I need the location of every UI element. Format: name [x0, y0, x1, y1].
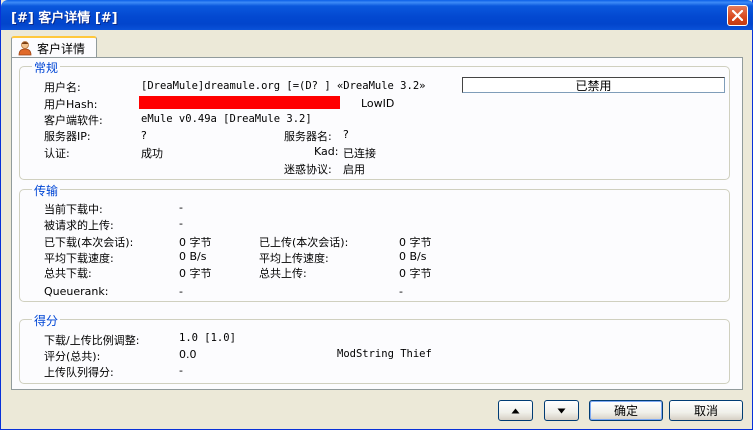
current-download-label: 当前下载中: [44, 203, 103, 216]
window-title: [#] 客户详情 [#] [11, 11, 118, 26]
obfuscation-value: 启用 [343, 163, 365, 176]
client-details-window: [#] 客户详情 [#] 客户详情 常规 用户名: [DreaMule]drea… [0, 0, 753, 430]
score-legend: 得分 [32, 312, 61, 329]
server-ip-value: ? [141, 129, 147, 142]
current-download-value: - [179, 201, 183, 214]
arrow-up-icon [511, 408, 520, 413]
username-value: [DreaMule]dreamule.org [=(D? ] «DreaMule… [141, 80, 426, 92]
server-ip-label: 服务器IP: [44, 130, 91, 143]
auth-value: 成功 [141, 147, 163, 160]
general-legend: 常规 [32, 59, 61, 76]
total-download-value: 0 字节 [179, 267, 212, 280]
tab-client-details[interactable]: 客户详情 [11, 36, 97, 58]
close-button[interactable] [727, 5, 748, 26]
server-name-label: 服务器名: [284, 130, 332, 143]
downloaded-session-value: 0 字节 [179, 236, 212, 249]
ratio-value: 1.0 [1.0] [179, 332, 236, 344]
redacted-userhash [139, 96, 340, 109]
avg-upload-label: 平均上传速度: [259, 252, 329, 265]
kad-label: Kad: [314, 145, 339, 158]
obfuscation-label: 迷惑协议: [284, 163, 332, 176]
avg-download-label: 平均下载速度: [44, 252, 114, 265]
arrow-down-icon [557, 408, 566, 413]
id-type-value: LowID [361, 97, 395, 110]
ok-button[interactable]: 确定 [589, 400, 663, 421]
transfer-legend: 传输 [32, 182, 61, 199]
downloaded-session-label: 已下载(本次会话): [44, 236, 134, 249]
kad-value: 已连接 [343, 147, 376, 160]
total-download-label: 总共下载: [44, 267, 92, 280]
queue-score-label: 上传队列得分: [44, 366, 114, 379]
uploaded-session-value: 0 字节 [399, 236, 432, 249]
ok-button-label: 确定 [613, 404, 638, 418]
close-icon [732, 10, 743, 21]
modstring-value: ModString Thief [337, 348, 432, 360]
rating-value: 0.0 [179, 348, 197, 361]
total-upload-label: 总共上传: [259, 267, 307, 280]
server-name-value: ? [343, 128, 349, 141]
queuerank-label: Queuerank: [44, 285, 109, 298]
total-upload-value: 0 字节 [399, 267, 432, 280]
requested-upload-value: - [179, 217, 183, 230]
rating-label: 评分(总共): [44, 350, 101, 363]
avg-download-value: 0 B/s [179, 250, 207, 263]
previous-client-button[interactable] [498, 400, 533, 421]
userhash-label: 用户Hash: [44, 98, 98, 111]
user-icon [18, 41, 32, 56]
queuerank-value: - [179, 285, 183, 298]
tab-label: 客户详情 [37, 41, 86, 56]
next-client-button[interactable] [544, 400, 579, 421]
avg-upload-value: 0 B/s [399, 250, 427, 263]
cancel-button-label: 取消 [693, 404, 718, 418]
uploaded-session-label: 已上传(本次会话): [259, 236, 349, 249]
banned-status: 已禁用 [462, 77, 725, 93]
banned-status-text: 已禁用 [575, 78, 612, 93]
ratio-label: 下载/上传比例调整: [44, 334, 140, 347]
auth-label: 认证: [44, 147, 70, 160]
client-software-value: eMule v0.49a [DreaMule 3.2] [141, 113, 312, 125]
title-bar[interactable]: [#] 客户详情 [#] [1, 0, 753, 30]
queue-score-value: - [179, 364, 183, 377]
username-label: 用户名: [44, 81, 81, 94]
requested-upload-label: 被请求的上传: [44, 219, 114, 232]
client-software-label: 客户端软件: [44, 114, 103, 127]
cancel-button[interactable]: 取消 [669, 400, 743, 421]
queuerank-value-secondary: - [399, 285, 403, 298]
